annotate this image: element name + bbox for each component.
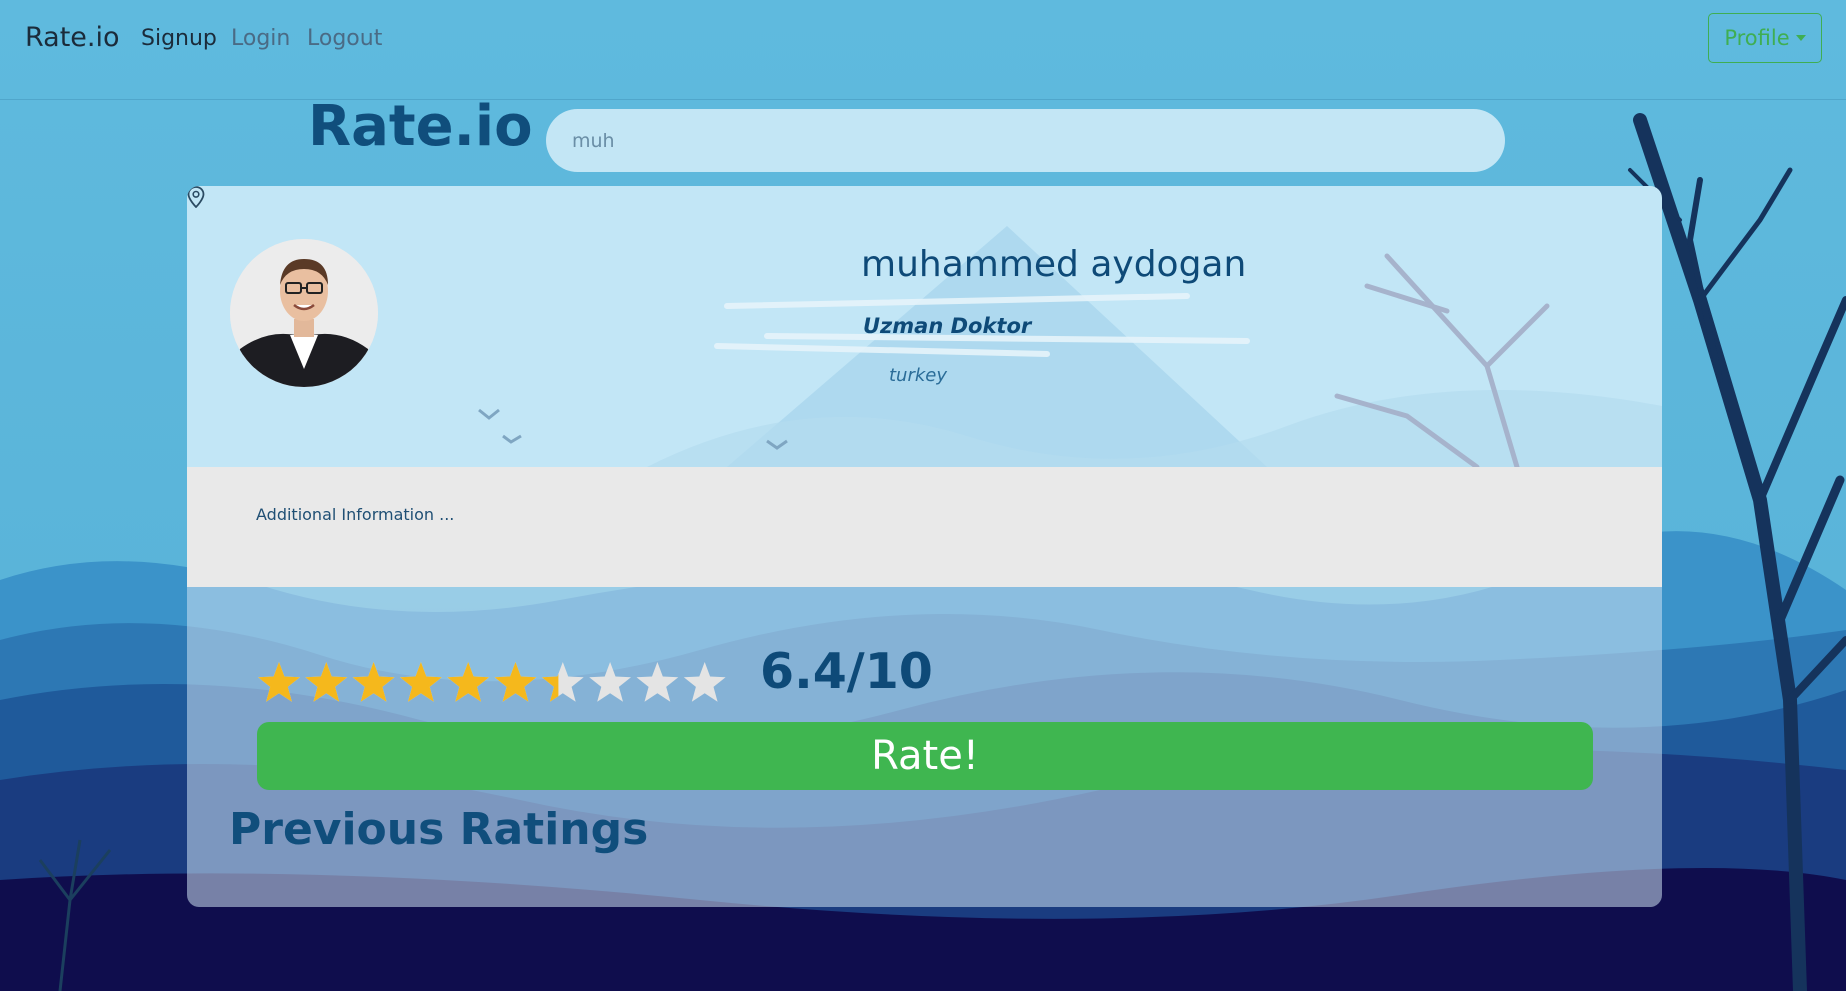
star-icon[interactable]: [541, 662, 584, 702]
person-location: turkey: [889, 365, 948, 386]
star-icon[interactable]: [683, 662, 726, 702]
chevron-down-icon: [1795, 35, 1806, 41]
star-icon[interactable]: [447, 662, 490, 702]
star-icon[interactable]: [636, 662, 679, 702]
star-icon[interactable]: [258, 662, 300, 702]
nav-link-login[interactable]: Login: [231, 26, 290, 51]
rate-button[interactable]: Rate!: [257, 722, 1593, 790]
profile-card: muhammed aydogan Uzman Doktor turkey Add…: [187, 186, 1662, 907]
rating-score: 6.4/10: [760, 643, 933, 700]
rating-section: 6.4/10 Rate! Previous Ratings: [187, 587, 1662, 907]
site-title: Rate.io: [308, 94, 533, 159]
search-input[interactable]: [546, 109, 1505, 172]
additional-info-text: Additional Information ...: [256, 505, 455, 524]
person-name: muhammed aydogan: [861, 244, 1247, 285]
navbar: Rate.io Signup Login Logout Profile: [0, 0, 1846, 100]
map-pin-icon: [187, 186, 205, 208]
nav-link-logout[interactable]: Logout: [307, 26, 382, 51]
star-icon[interactable]: [494, 662, 537, 702]
profile-button-label: Profile: [1724, 26, 1790, 50]
nav-link-signup[interactable]: Signup: [141, 26, 217, 51]
star-rating[interactable]: [257, 659, 737, 709]
avatar: [230, 239, 378, 387]
star-icon[interactable]: [352, 662, 395, 702]
profile-dropdown-button[interactable]: Profile: [1708, 13, 1822, 63]
star-icon[interactable]: [305, 662, 348, 702]
brand-logo[interactable]: Rate.io: [25, 22, 120, 53]
additional-info-section: Additional Information ...: [187, 467, 1662, 587]
previous-ratings-heading: Previous Ratings: [229, 804, 649, 855]
star-icon[interactable]: [400, 662, 442, 702]
profile-header: muhammed aydogan Uzman Doktor turkey: [187, 186, 1662, 467]
star-icon[interactable]: [589, 662, 631, 702]
person-title: Uzman Doktor: [863, 314, 1032, 338]
